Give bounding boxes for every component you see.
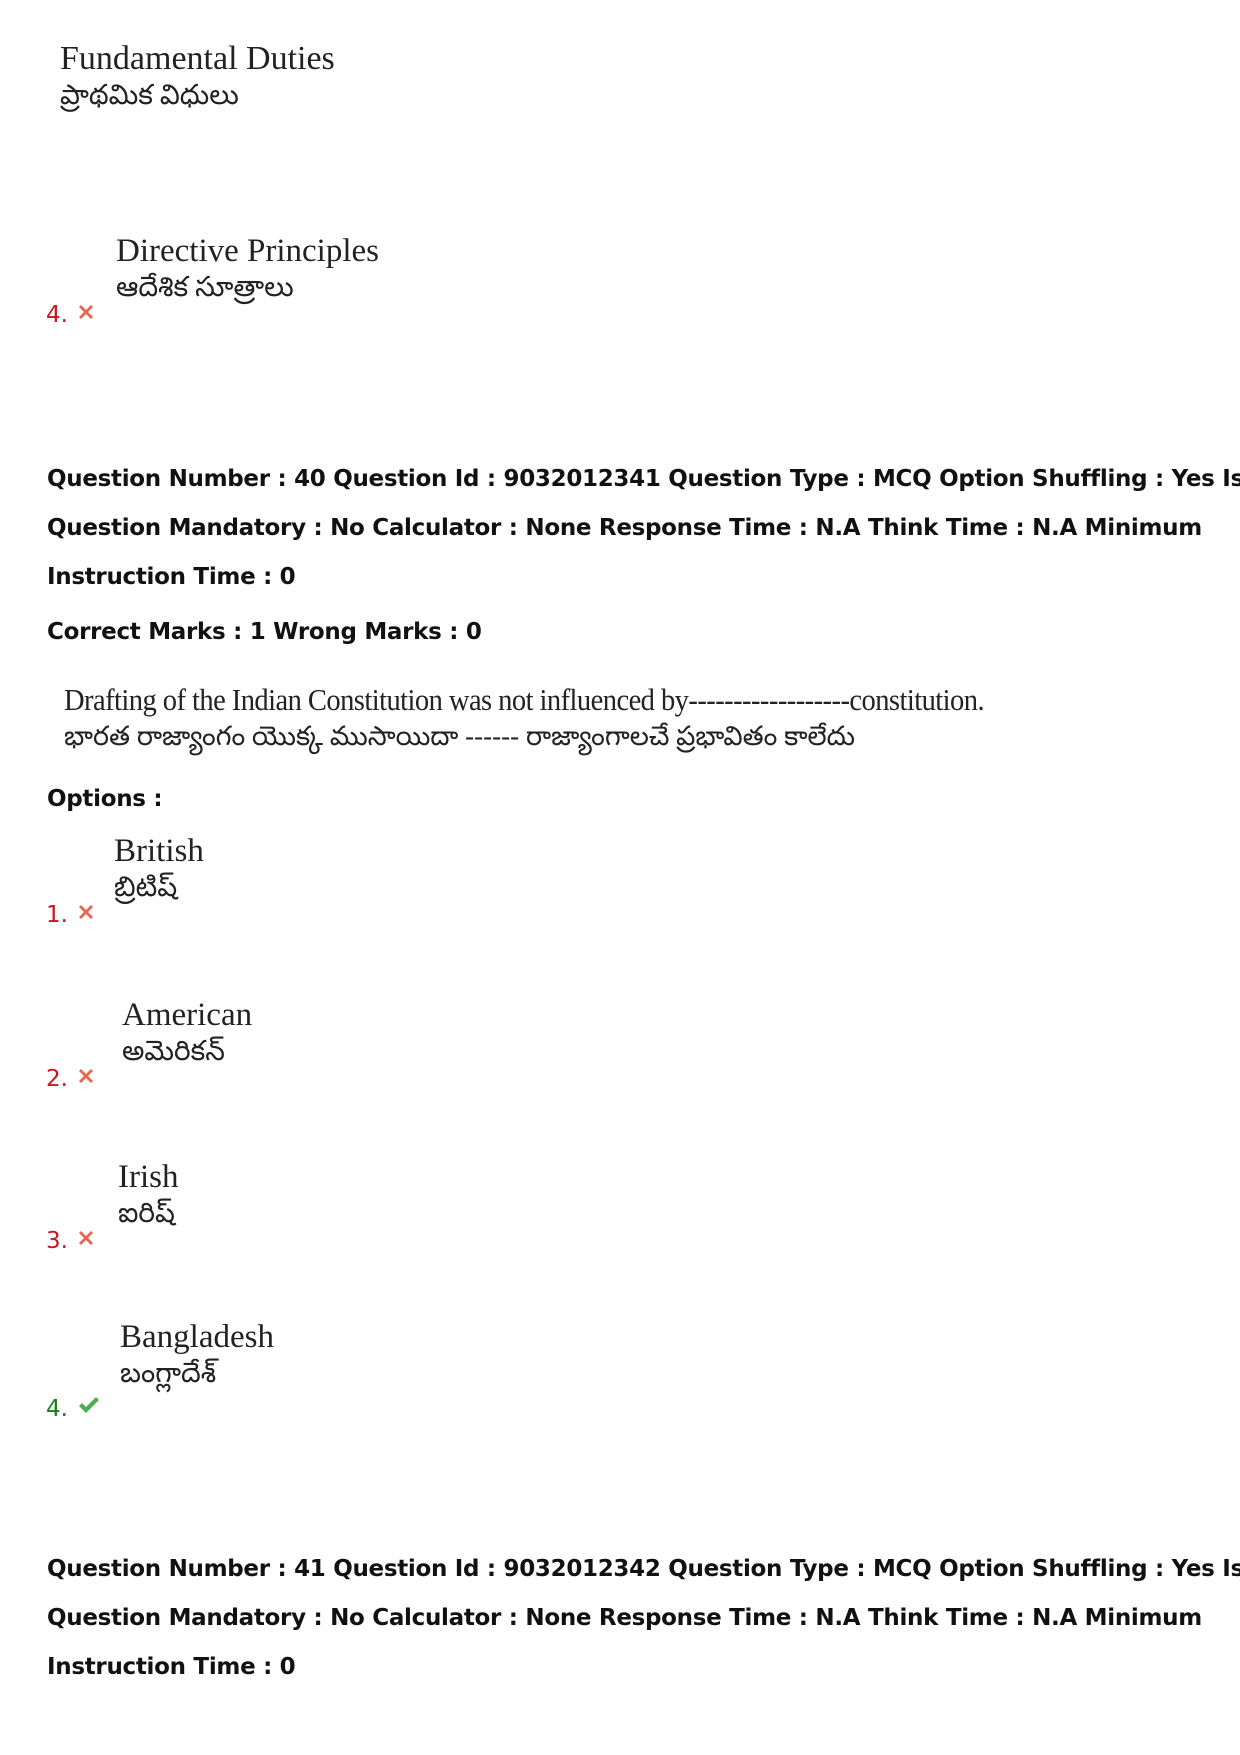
question-41-meta-line-3: Instruction Time : 0 <box>47 1654 296 1680</box>
option-text-te: బంగ్లాదేశ్ <box>120 1358 217 1389</box>
option-text-te: బ్రిటిష్ <box>114 872 178 903</box>
cross-icon <box>78 900 94 926</box>
option-4-number: 4. <box>46 300 94 328</box>
option-number-label: 4. <box>46 302 68 328</box>
option-3-number: 3. <box>46 1226 94 1254</box>
option-text-te: అమెరికన్ <box>122 1036 225 1067</box>
question-text-image: Drafting of the Indian Constitution was … <box>64 682 1064 754</box>
option-2-number: 2. <box>46 1064 94 1092</box>
question-41-meta-line-2: Question Mandatory : No Calculator : Non… <box>47 1605 1202 1631</box>
option-1-number: 1. <box>46 900 94 928</box>
option-3-image: Irish ఐరిష్ <box>118 1158 179 1232</box>
question-text-en: Drafting of the Indian Constitution was … <box>64 682 985 717</box>
option-text-en: Irish <box>118 1159 179 1195</box>
option-number-label: 4. <box>46 1396 68 1422</box>
check-icon <box>78 1394 100 1420</box>
option-2-image: American అమెరికన్ <box>122 996 252 1070</box>
option-text-en: Bangladesh <box>120 1319 274 1355</box>
option-number-label: 2. <box>46 1066 68 1092</box>
question-meta-line-3: Instruction Time : 0 <box>47 564 296 590</box>
cross-icon <box>78 1226 94 1252</box>
cross-icon <box>78 300 94 326</box>
option-4-number: 4. <box>46 1394 100 1422</box>
option-number-label: 3. <box>46 1228 68 1254</box>
question-41-meta-line-1: Question Number : 41 Question Id : 90320… <box>47 1556 1240 1582</box>
option-text-en: American <box>122 997 253 1033</box>
option-4-image: Directive Principles ఆదేశిక సూత్రాలు <box>116 232 379 306</box>
option-text-en: Directive Principles <box>116 233 380 269</box>
option-number-label: 1. <box>46 902 68 928</box>
option-1-image: British బ్రిటిష్ <box>114 832 204 906</box>
question-meta-line-2: Question Mandatory : No Calculator : Non… <box>47 515 1202 541</box>
option-text-te: ఐరిష్ <box>118 1198 175 1229</box>
cross-icon <box>78 1064 94 1090</box>
question-marks: Correct Marks : 1 Wrong Marks : 0 <box>47 619 482 645</box>
option-text-en: Fundamental Duties <box>60 40 335 77</box>
option-text-en: British <box>114 833 204 869</box>
options-label: Options : <box>47 786 163 812</box>
option-text-te: ప్రాథమిక విధులు <box>60 80 239 111</box>
question-text-te: భారత రాజ్యాంగం యొక్క ముసాయిదా ------ రాజ… <box>64 721 856 751</box>
option-4-image: Bangladesh బంగ్లాదేశ్ <box>120 1318 274 1392</box>
option-3-image: Fundamental Duties ప్రాథమిక విధులు <box>60 40 335 114</box>
option-text-te: ఆదేశిక సూత్రాలు <box>116 272 294 303</box>
question-meta-line-1: Question Number : 40 Question Id : 90320… <box>47 466 1240 492</box>
